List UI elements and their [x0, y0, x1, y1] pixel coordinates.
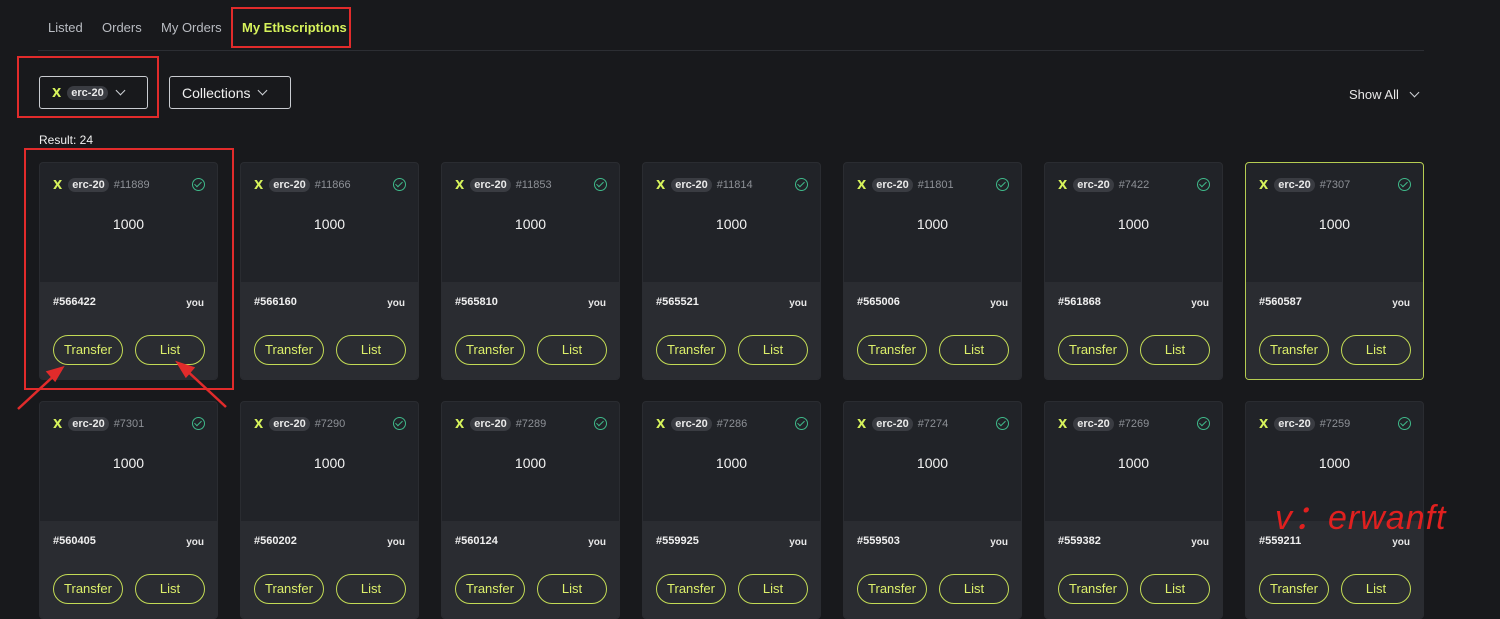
transfer-button[interactable]: Transfer [1259, 574, 1329, 604]
annotation-arrows [17, 360, 227, 410]
transfer-button[interactable]: Transfer [53, 574, 123, 604]
list-button[interactable]: List [537, 574, 607, 604]
watermark-text: v：erwanft [1275, 499, 1447, 537]
list-button[interactable]: List [135, 574, 205, 604]
transfer-button[interactable]: Transfer [1058, 574, 1128, 604]
list-button[interactable]: List [336, 574, 406, 604]
list-button[interactable]: List [1341, 574, 1411, 604]
transfer-button[interactable]: Transfer [656, 574, 726, 604]
transfer-button[interactable]: Transfer [455, 574, 525, 604]
list-button[interactable]: List [939, 574, 1009, 604]
transfer-button[interactable]: Transfer [254, 574, 324, 604]
arrow-to-list [183, 367, 227, 408]
list-button[interactable]: List [738, 574, 808, 604]
transfer-button[interactable]: Transfer [857, 574, 927, 604]
list-button[interactable]: List [1140, 574, 1210, 604]
